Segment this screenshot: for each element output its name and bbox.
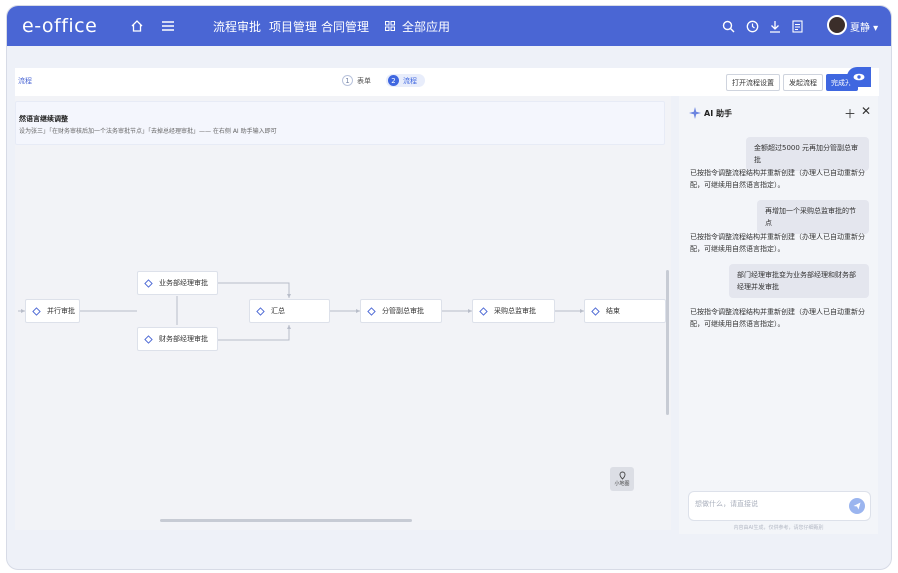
assistant-message: 已按指令调整流程结构并重新创建（办理人已自动重新分配，可继续用自然语言指定）。 — [690, 308, 865, 328]
flow-node-vp[interactable]: 分管副总审批 — [360, 299, 442, 323]
flow-node-procurement[interactable]: 采购总监审批 — [472, 299, 555, 323]
user-message: 部门经理审批变为业务部经理和财务部经理并发审批 — [729, 264, 869, 298]
ai-input-box — [688, 491, 871, 521]
assistant-message: 已按指令调整流程结构并重新创建（办理人已自动重新分配，可继续用自然语言指定）。 — [690, 169, 865, 189]
close-icon[interactable]: ✕ — [861, 104, 871, 118]
minimap-button[interactable]: 小地图 — [610, 467, 634, 491]
node-icon — [144, 334, 153, 344]
send-icon — [853, 502, 861, 510]
ai-assistant-panel: AI 助手 ＋ ✕ 金额超过5000 元再加分管副总审批 已按指令调整流程结构并… — [679, 96, 878, 534]
ai-title: AI 助手 — [704, 109, 732, 118]
user-message: 金额超过5000 元再加分管副总审批 — [746, 137, 869, 171]
canvas-vertical-scrollbar[interactable] — [666, 270, 669, 415]
flow-node-business-manager[interactable]: 业务部经理审批 — [137, 271, 218, 295]
flow-node-parallel[interactable]: 并行审批 — [25, 299, 80, 323]
map-icon — [619, 471, 625, 480]
canvas-horizontal-scrollbar[interactable] — [160, 519, 412, 522]
ai-disclaimer: 内容由AI生成，仅供参考，请您仔细甄别 — [733, 525, 824, 531]
send-button[interactable] — [849, 498, 865, 514]
new-chat-icon[interactable]: ＋ — [844, 105, 856, 122]
assistant-message: 已按指令调整流程结构并重新创建（办理人已自动重新分配，可继续用自然语言指定）。 — [690, 233, 865, 253]
flow-node-summary[interactable]: 汇总 — [249, 299, 330, 323]
node-icon — [256, 306, 265, 316]
user-message: 再增加一个采购总监审批的节点 — [757, 200, 869, 234]
node-icon — [367, 306, 376, 316]
sparkle-icon — [689, 107, 701, 119]
flow-node-end[interactable]: 结束 — [584, 299, 666, 323]
flow-node-finance-manager[interactable]: 财务部经理审批 — [137, 327, 218, 351]
node-icon — [479, 306, 488, 316]
node-icon — [144, 278, 153, 288]
node-icon — [591, 306, 600, 316]
node-icon — [32, 306, 41, 316]
ai-chat-input[interactable] — [695, 500, 845, 508]
